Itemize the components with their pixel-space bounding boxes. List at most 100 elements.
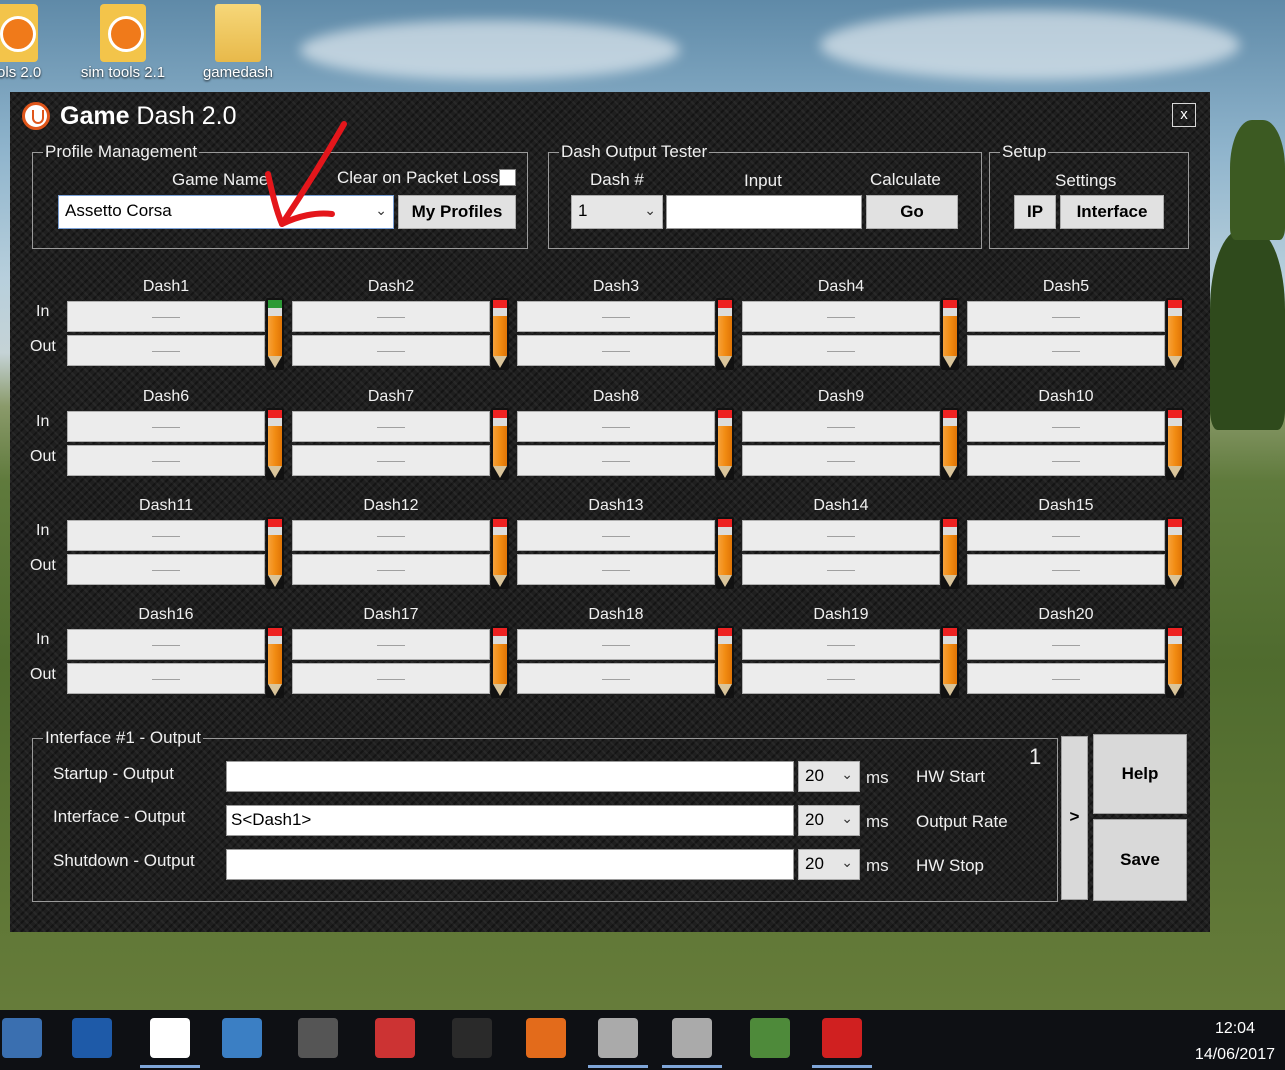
dash-out-value: ——: [292, 554, 490, 585]
desktop-icon-gamedash[interactable]: gamedash: [193, 4, 283, 81]
network-card-icon[interactable]: [750, 1018, 790, 1058]
close-button[interactable]: x: [1172, 103, 1196, 127]
in-label: In: [36, 631, 50, 648]
dash-title: Dash14: [813, 497, 869, 514]
dash-output-tester-legend: Dash Output Tester: [561, 142, 708, 161]
in-label: In: [36, 413, 50, 430]
dash-number-label: Dash #: [590, 170, 644, 189]
dash-title: Dash10: [1038, 388, 1094, 405]
output-rate-dropdown[interactable]: 20 ⌄: [798, 805, 860, 836]
profile-management-legend: Profile Management: [45, 142, 198, 161]
pencil-gauge-icon: [1168, 628, 1182, 698]
dash-title: Dash3: [592, 278, 640, 295]
pencil-gauge-icon: [493, 410, 507, 480]
desktop-icon-simtools-2-1[interactable]: sim tools 2.1: [78, 4, 168, 81]
startup-rate-value: 20: [805, 766, 824, 785]
dash-in-value: ——: [67, 629, 265, 660]
help-button[interactable]: Help: [1093, 734, 1187, 814]
dash-title: Dash13: [588, 497, 644, 514]
pencil-gauge-icon: [268, 410, 282, 480]
dash-in-value: ——: [967, 520, 1165, 551]
dash-title: Dash19: [813, 606, 869, 623]
pencil-gauge-icon: [1168, 300, 1182, 370]
app-icon[interactable]: [222, 1018, 262, 1058]
chevron-down-icon: ⌄: [841, 854, 853, 870]
game-name-dropdown[interactable]: Assetto Corsa ⌄: [58, 195, 394, 229]
desktop-icon-label: sim tools 2.1: [80, 64, 166, 81]
pencil-gauge-icon: [943, 410, 957, 480]
chevron-down-icon: ⌄: [841, 810, 853, 826]
pencil-gauge-icon: [718, 410, 732, 480]
ip-button[interactable]: IP: [1014, 195, 1056, 229]
pencil-gauge-icon: [268, 519, 282, 589]
pencil-gauge-icon: [493, 300, 507, 370]
dash-number-dropdown[interactable]: 1 ⌄: [571, 195, 663, 229]
sim-racing-icon[interactable]: [298, 1018, 338, 1058]
game-icon[interactable]: [375, 1018, 415, 1058]
out-label: Out: [30, 338, 56, 355]
dash-in-value: ——: [292, 301, 490, 332]
dash-in-value: ——: [67, 301, 265, 332]
steam-icon[interactable]: [2, 1018, 42, 1058]
pencil-gauge-icon: [1168, 519, 1182, 589]
dash-out-value: ——: [292, 445, 490, 476]
dash-title: Dash12: [363, 497, 419, 514]
shutdown-rate-value: 20: [805, 854, 824, 873]
next-interface-button[interactable]: >: [1061, 736, 1088, 900]
dash-in-value: ——: [742, 411, 940, 442]
sublime-icon[interactable]: [526, 1018, 566, 1058]
assetto-corsa-icon[interactable]: [812, 1018, 872, 1068]
joystick-icon[interactable]: [588, 1018, 648, 1068]
game-dash-window: Game Dash 2.0 x Profile Management Game …: [10, 92, 1210, 932]
pencil-gauge-icon: [1168, 410, 1182, 480]
desktop-icon-simtools-2-0[interactable]: ools 2.0: [0, 4, 60, 81]
in-label: In: [36, 522, 50, 539]
pencil-gauge-icon: [943, 628, 957, 698]
dash-number-value: 1: [578, 201, 588, 220]
tester-input-field[interactable]: [666, 195, 862, 229]
dash-title: Dash9: [817, 388, 865, 405]
taskbar: 12:04 14/06/2017: [0, 1010, 1285, 1070]
dash-title: Dash11: [139, 497, 193, 514]
pencil-gauge-icon: [493, 628, 507, 698]
clear-on-packet-loss-label: Clear on Packet Loss: [337, 168, 499, 187]
shutdown-rate-unit: ms: [866, 856, 889, 875]
dash-out-value: ——: [517, 335, 715, 366]
phone-icon[interactable]: [452, 1018, 492, 1058]
dash-in-value: ——: [967, 629, 1165, 660]
dash-in-value: ——: [742, 629, 940, 660]
dash-out-value: ——: [742, 663, 940, 694]
system-clock[interactable]: 12:04 14/06/2017: [1195, 1016, 1275, 1068]
dash-in-value: ——: [517, 520, 715, 551]
interface-index: 1: [1029, 744, 1042, 769]
settings-label: Settings: [1055, 171, 1117, 190]
startup-rate-dropdown[interactable]: 20 ⌄: [798, 761, 860, 792]
in-label: In: [36, 303, 50, 320]
startup-output-field[interactable]: [226, 761, 794, 792]
interface-output-field[interactable]: S<Dash1>: [226, 805, 794, 836]
shutdown-output-field[interactable]: [226, 849, 794, 880]
my-profiles-button[interactable]: My Profiles: [398, 195, 516, 229]
clear-on-packet-loss-checkbox[interactable]: [499, 169, 516, 186]
interface-button[interactable]: Interface: [1060, 195, 1164, 229]
go-button[interactable]: Go: [866, 195, 958, 229]
dash-in-value: ——: [67, 520, 265, 551]
power-icon: [0, 4, 38, 62]
out-label: Out: [30, 448, 56, 465]
desktop-icon-label: ools 2.0: [0, 64, 42, 81]
dash-out-value: ——: [67, 663, 265, 694]
car-icon[interactable]: [72, 1018, 112, 1058]
out-label: Out: [30, 666, 56, 683]
dash-in-value: ——: [292, 520, 490, 551]
shutdown-output-label: Shutdown - Output: [53, 851, 195, 870]
shutdown-rate-dropdown[interactable]: 20 ⌄: [798, 849, 860, 880]
save-button[interactable]: Save: [1093, 819, 1187, 901]
pencil-gauge-icon: [268, 300, 282, 370]
joystick2-icon[interactable]: [662, 1018, 722, 1068]
power-icon: [100, 4, 146, 62]
pencil-gauge-icon: [718, 300, 732, 370]
dash-in-value: ——: [517, 411, 715, 442]
chevron-down-icon: ⌄: [841, 766, 853, 782]
title-bar[interactable]: Game Dash 2.0 x: [10, 92, 1210, 138]
oculus-icon[interactable]: [140, 1018, 200, 1068]
